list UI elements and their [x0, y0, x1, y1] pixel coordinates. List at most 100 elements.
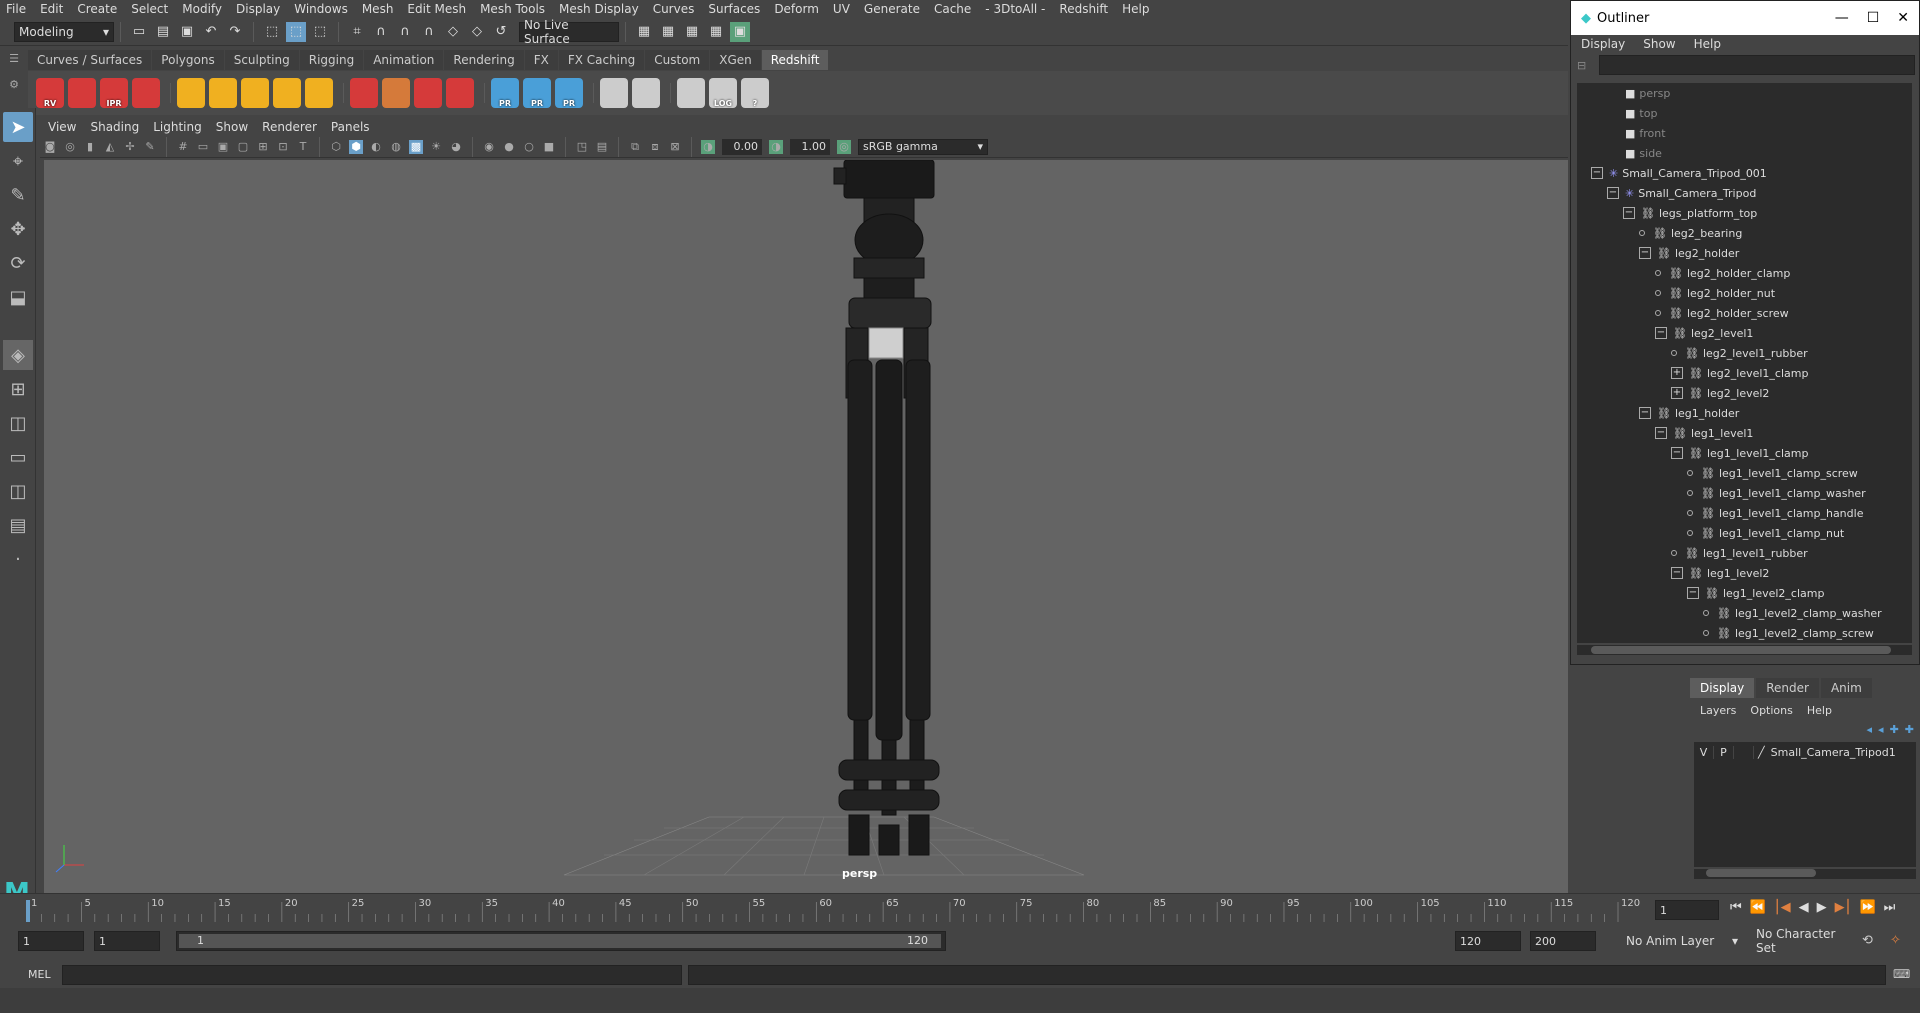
- menu-item[interactable]: Edit Mesh: [407, 2, 466, 16]
- layer-color-icon[interactable]: ╱: [1758, 746, 1765, 759]
- panel-menu-item[interactable]: Renderer: [262, 120, 317, 134]
- menu-item[interactable]: Surfaces: [708, 2, 760, 16]
- depth-of-field-icon[interactable]: ■: [542, 140, 556, 154]
- playback-end-field[interactable]: 120: [1455, 931, 1521, 951]
- shelf-tab[interactable]: Animation: [364, 50, 444, 70]
- paint-select-tool-icon[interactable]: ✎: [3, 180, 33, 210]
- current-time-indicator[interactable]: [26, 900, 30, 922]
- scrollbar-thumb[interactable]: [1706, 869, 1816, 877]
- shadows-icon[interactable]: ◕: [449, 140, 463, 154]
- resolution-gate-icon[interactable]: ▣: [216, 140, 230, 154]
- redshift-settings-icon[interactable]: [132, 78, 160, 108]
- outliner-row[interactable]: + ⛓ leg2_level1_clamp: [1577, 363, 1912, 383]
- two-d-pan-icon[interactable]: ✢: [123, 140, 137, 154]
- panel-menu-item[interactable]: Lighting: [153, 120, 202, 134]
- outliner-row[interactable]: − ⛓ leg2_holder: [1577, 243, 1912, 263]
- gamma-icon[interactable]: ◑: [769, 139, 783, 154]
- exposure-icon[interactable]: ◑: [701, 139, 715, 154]
- redshift-cube-icon[interactable]: [68, 78, 96, 108]
- close-icon[interactable]: ✕: [1897, 10, 1909, 26]
- shelf-menu-icon[interactable]: ☰ ⚙: [2, 52, 26, 112]
- outliner-row[interactable]: ⛓ leg1_level1_clamp_screw: [1577, 463, 1912, 483]
- select-component-icon[interactable]: ⬚: [310, 22, 330, 42]
- shelf-tab[interactable]: FX Caching: [558, 50, 645, 70]
- shelf-tab[interactable]: Custom: [645, 50, 710, 70]
- expand-toggle-icon[interactable]: +: [1671, 387, 1683, 399]
- auto-key-icon[interactable]: ⟲: [1862, 933, 1873, 948]
- help-icon[interactable]: ?: [741, 78, 769, 108]
- expand-toggle-icon[interactable]: −: [1655, 327, 1667, 339]
- move-layer-down-icon[interactable]: ◂: [1878, 723, 1884, 736]
- anim-prefs-icon[interactable]: ✧: [1890, 933, 1901, 948]
- anti-aliasing-icon[interactable]: ○: [522, 140, 536, 154]
- expand-toggle-icon[interactable]: −: [1607, 187, 1619, 199]
- menu-item[interactable]: Cache: [934, 2, 971, 16]
- mode-selector[interactable]: Modeling ▾: [14, 21, 114, 42]
- outliner-row[interactable]: − ⛓ leg1_level2_clamp: [1577, 583, 1912, 603]
- animation-end-field[interactable]: 200: [1530, 931, 1596, 951]
- snap-projected-icon[interactable]: ∩: [419, 22, 439, 42]
- menu-item[interactable]: File: [6, 2, 26, 16]
- expand-toggle-icon[interactable]: −: [1687, 587, 1699, 599]
- camera-select-icon[interactable]: ◙: [43, 140, 57, 154]
- animation-start-field[interactable]: 1: [18, 931, 84, 951]
- select-hierarchy-icon[interactable]: ⬚: [262, 22, 282, 42]
- menu-item[interactable]: Edit: [40, 2, 63, 16]
- redshift-ipr-icon[interactable]: IPR: [100, 78, 128, 108]
- open-scene-icon[interactable]: ▤: [153, 22, 173, 42]
- outliner-row[interactable]: ■ side: [1577, 143, 1912, 163]
- code-icon[interactable]: [677, 78, 705, 108]
- select-object-icon[interactable]: ⬚: [286, 21, 306, 42]
- grease-pencil-icon[interactable]: ✎: [143, 140, 157, 154]
- range-slider-handle[interactable]: [179, 934, 941, 948]
- snap-grid-icon[interactable]: ⌗: [347, 22, 367, 42]
- outliner-row[interactable]: − ⛓ legs_platform_top: [1577, 203, 1912, 223]
- shelf-tab[interactable]: Rendering: [444, 50, 524, 70]
- panel-menu-item[interactable]: Shading: [90, 120, 139, 134]
- light-plane-icon[interactable]: [177, 78, 205, 108]
- hypershade-icon[interactable]: ▦: [706, 22, 726, 42]
- menu-item[interactable]: Mesh: [362, 2, 394, 16]
- expand-toggle-icon[interactable]: −: [1671, 447, 1683, 459]
- outliner-menu-item[interactable]: Show: [1643, 37, 1675, 51]
- filter-icon[interactable]: ⊟: [1577, 59, 1586, 72]
- expand-toggle-icon[interactable]: −: [1671, 567, 1683, 579]
- menu-item[interactable]: Create: [77, 2, 117, 16]
- outliner-row[interactable]: − ⛓ leg1_level1: [1577, 423, 1912, 443]
- proxy-export-icon[interactable]: PR: [523, 78, 551, 108]
- colorspace-selector[interactable]: sRGB gamma ▾: [858, 138, 988, 155]
- smooth-shade-icon[interactable]: ⬢: [349, 139, 363, 154]
- outliner-row[interactable]: − ⛓ leg2_level1: [1577, 323, 1912, 343]
- redo-icon[interactable]: ↷: [225, 22, 245, 42]
- select-tool-icon[interactable]: ➤: [3, 112, 33, 142]
- history-icon[interactable]: ↺: [491, 22, 511, 42]
- shelf-tab[interactable]: XGen: [710, 50, 761, 70]
- layer-visible-toggle[interactable]: V: [1694, 745, 1714, 759]
- safe-action-icon[interactable]: ⊡: [276, 140, 290, 154]
- play-forward-icon[interactable]: ▶: [1817, 900, 1827, 915]
- single-view-layout-icon[interactable]: ◈: [3, 340, 33, 370]
- menu-item[interactable]: Windows: [294, 2, 348, 16]
- layer-tab[interactable]: Display: [1690, 678, 1755, 698]
- outliner-search-input[interactable]: [1599, 55, 1915, 75]
- image-plane-icon[interactable]: ◭: [103, 140, 117, 154]
- grid-icon[interactable]: #: [176, 140, 190, 154]
- shelf-tab[interactable]: FX: [524, 50, 558, 70]
- bowl-icon[interactable]: [600, 78, 628, 108]
- layer-type-toggle[interactable]: [1734, 745, 1754, 759]
- outliner-row[interactable]: ⛓ leg2_bearing: [1577, 223, 1912, 243]
- mel-label[interactable]: MEL: [28, 968, 51, 981]
- menu-item[interactable]: - 3DtoAll -: [985, 2, 1045, 16]
- layer-playback-toggle[interactable]: P: [1714, 745, 1734, 759]
- panel-menu-item[interactable]: Show: [216, 120, 248, 134]
- snap-curve-icon[interactable]: ∩: [371, 22, 391, 42]
- shelf-tab[interactable]: Sculpting: [224, 50, 299, 70]
- two-view-layout-icon[interactable]: ◫: [3, 408, 33, 438]
- menu-item[interactable]: Redshift: [1059, 2, 1108, 16]
- layer-menu-item[interactable]: Layers: [1700, 704, 1736, 717]
- proxy-icon[interactable]: PR: [491, 78, 519, 108]
- maximize-icon[interactable]: ☐: [1867, 10, 1880, 26]
- playback-start-field[interactable]: 1: [94, 931, 160, 951]
- proxy-convert-icon[interactable]: PR: [555, 78, 583, 108]
- menu-item[interactable]: Generate: [864, 2, 920, 16]
